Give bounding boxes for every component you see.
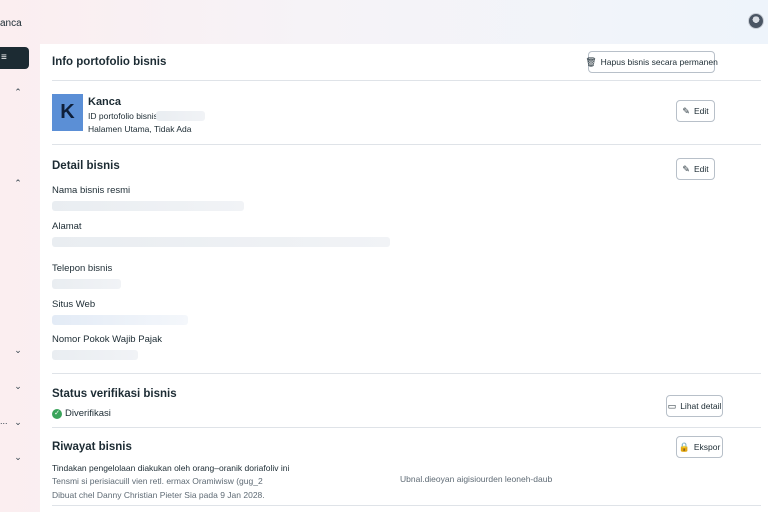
edit-details-button[interactable]: ✎ Edit: [676, 158, 715, 180]
view-details-label: Lihat detail: [680, 401, 722, 411]
menu-icon: ≡: [1, 52, 7, 63]
sidebar: ≡ ⌃ ⌃ ⌄ ⌄ ... ⌄ ⌄: [0, 44, 40, 512]
divider: [52, 80, 761, 81]
verification-title: Status verifikasi bisnis: [52, 388, 177, 400]
history-entry-meta: Dibuat chel Danny Christian Pieter Sia p…: [52, 490, 265, 500]
export-label: Ekspor: [693, 442, 721, 452]
trash-icon: 🗑: [585, 56, 597, 67]
delete-business-button[interactable]: 🗑 Hapus bisnis secara permanen: [585, 51, 718, 73]
portfolio-id-label: ID portofolio bisnis:: [88, 111, 161, 121]
chevron-down-icon[interactable]: ⌄: [12, 451, 24, 463]
legal-name-redacted: [52, 201, 244, 211]
address-redacted: [52, 237, 390, 247]
verification-status: Diverifikasi: [65, 408, 111, 419]
portfolio-title: Info portofolio bisnis: [52, 56, 167, 68]
details-title: Detail bisnis: [52, 160, 120, 172]
sidebar-item-active[interactable]: ≡: [0, 47, 29, 69]
tax-id-redacted: [52, 350, 138, 360]
address-label: Alamat: [52, 221, 82, 232]
chevron-up-icon[interactable]: ⌃: [12, 86, 24, 98]
history-entry-description: Tensmi si perisiacuill vien retl. ermax …: [52, 476, 263, 486]
pencil-icon: ✎: [682, 163, 690, 174]
divider: [52, 427, 761, 428]
divider: [52, 373, 761, 374]
business-logo-letter: K: [60, 101, 75, 123]
phone-redacted: [52, 279, 121, 289]
history-entry-title: Tindakan pengelolaan diakukan oleh orang…: [52, 463, 290, 473]
legal-name-label: Nama bisnis resmi: [52, 185, 131, 196]
delete-business-label: Hapus bisnis secara permanen: [600, 57, 718, 67]
pencil-icon: ✎: [682, 105, 690, 116]
sidebar-ellipsis: ...: [0, 416, 8, 426]
chevron-down-icon[interactable]: ⌄: [12, 380, 24, 392]
portfolio-id-redacted: [156, 111, 205, 121]
edit-portfolio-button[interactable]: ✎ Edit: [676, 100, 715, 122]
chevron-down-icon[interactable]: ⌄: [12, 344, 24, 356]
website-redacted: [52, 315, 188, 325]
divider: [52, 144, 761, 145]
user-avatar[interactable]: [748, 13, 764, 29]
tax-id-label: Nomor Pokok Wajib Pajak: [52, 334, 162, 345]
window-icon: ▭: [667, 400, 677, 411]
export-button[interactable]: 🔒 Ekspor: [676, 436, 723, 458]
chevron-down-icon[interactable]: ⌄: [12, 416, 24, 428]
lock-icon: 🔒: [678, 441, 690, 452]
divider: [52, 505, 761, 506]
edit-details-label: Edit: [693, 164, 709, 174]
main-panel: Info portofolio bisnis 🗑 Hapus bisnis se…: [40, 44, 768, 512]
website-label: Situs Web: [52, 299, 96, 310]
business-name: Kanca: [88, 96, 122, 108]
chevron-up-icon[interactable]: ⌃: [12, 177, 24, 189]
top-bar: anca: [0, 0, 768, 44]
phone-label: Telepon bisnis: [52, 263, 113, 274]
app-brand-name[interactable]: anca: [0, 18, 22, 29]
homepage-text: Halamen Utama, Tidak Ada: [88, 124, 192, 134]
history-entry-right-text: Ubnal.dieoyan aigisiourden leoneh-daub: [400, 474, 553, 484]
check-circle-icon: ✓: [52, 409, 62, 419]
edit-portfolio-label: Edit: [693, 106, 709, 116]
business-logo: K: [52, 94, 83, 131]
history-title: Riwayat bisnis: [52, 441, 132, 453]
view-details-button[interactable]: ▭ Lihat detail: [666, 395, 723, 417]
